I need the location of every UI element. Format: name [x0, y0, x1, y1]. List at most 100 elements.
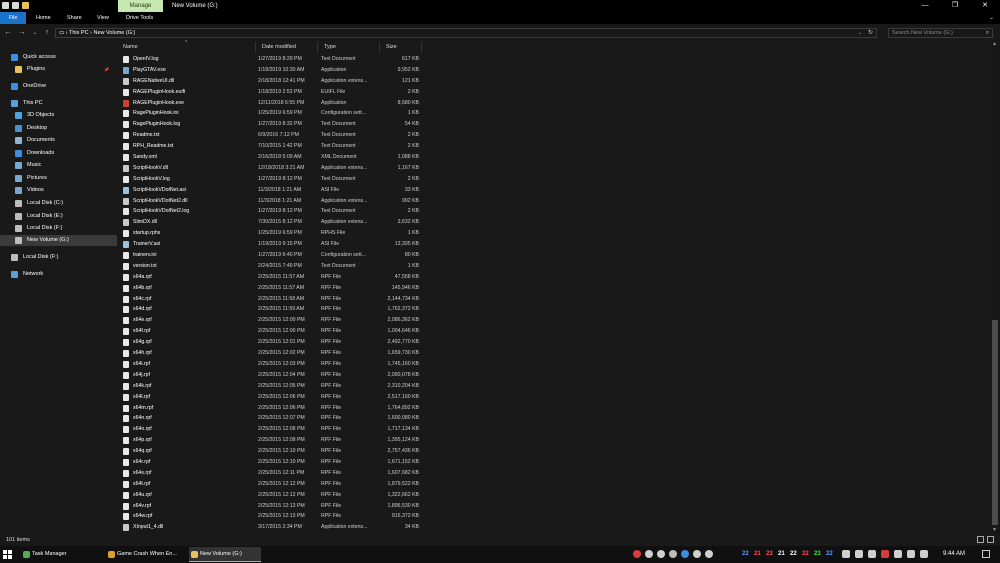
sidebar-item[interactable]: New Volume (G:)	[0, 235, 117, 246]
tab-file[interactable]: File	[0, 12, 26, 24]
file-row[interactable]: x64l.rpf 2/25/2015 12:06 PM RPF File 2,517,…	[117, 392, 990, 403]
tab-share[interactable]: Share	[67, 12, 82, 24]
file-row[interactable]: x64t.rpf 2/25/2015 12:12 PM RPF File 1,879,…	[117, 479, 990, 490]
sidebar-item[interactable]: Music	[0, 160, 117, 171]
sidebar-item[interactable]: Network	[0, 269, 117, 280]
file-row[interactable]: ScriptHookV.dll 12/18/2018 3:21 AM Applica…	[117, 163, 990, 174]
sidebar-item[interactable]: Local Disk (E:)	[0, 211, 117, 222]
tray-icon[interactable]	[868, 550, 876, 558]
file-row[interactable]: RAGEPluginHook.euifi 1/18/2019 2:52 PM EUI…	[117, 87, 990, 98]
file-row[interactable]: x64i.rpf 2/25/2015 12:03 PM RPF File 1,745,…	[117, 359, 990, 370]
clock[interactable]: 9:44 AM	[943, 546, 965, 563]
file-row[interactable]: ScriptHookV.log 1/27/2019 8:12 PM Text Doc…	[117, 174, 990, 185]
tray-icon[interactable]	[907, 550, 915, 558]
file-row[interactable]: x64p.rpf 2/25/2015 12:08 PM RPF File 1,395,…	[117, 435, 990, 446]
tray-icon[interactable]	[645, 550, 653, 558]
scroll-down-icon[interactable]: ▼	[992, 527, 997, 533]
tray-icon[interactable]	[894, 550, 902, 558]
details-view-icon[interactable]	[977, 536, 984, 543]
tray-icon[interactable]	[681, 550, 689, 558]
breadcrumb-this-pc[interactable]: This PC	[69, 30, 89, 36]
tray-icon[interactable]	[669, 550, 677, 558]
address-bar[interactable]: ▭ › This PC › New Volume (G:) ⌄ ↻	[55, 28, 877, 38]
tray-temperature[interactable]: 22	[742, 546, 749, 563]
tray-temperature[interactable]: 21	[754, 546, 761, 563]
expand-ribbon-icon[interactable]: ⌄	[989, 12, 994, 24]
file-row[interactable]: x64v.rpf 2/25/2015 12:13 PM RPF File 1,896,…	[117, 501, 990, 512]
file-row[interactable]: ScriptHookVDotNet.asi 11/3/2018 1:21 AM AS…	[117, 185, 990, 196]
file-row[interactable]: ScriptHookVDotNet2.dll 11/3/2018 1:21 AM A…	[117, 196, 990, 207]
file-row[interactable]: ScriptHookVDotNet2.log 1/27/2019 8:12 PM T…	[117, 206, 990, 217]
file-row[interactable]: x64r.rpf 2/25/2015 12:10 PM RPF File 1,671,…	[117, 457, 990, 468]
column-type[interactable]: Type	[318, 42, 380, 53]
tray-icon[interactable]	[657, 550, 665, 558]
file-row[interactable]: x64q.rpf 2/25/2015 12:10 PM RPF File 2,757,…	[117, 446, 990, 457]
maximize-button[interactable]: ❐	[940, 0, 970, 12]
file-row[interactable]: Sandy.xml 2/16/2018 5:09 AM XML Document 1,…	[117, 152, 990, 163]
sidebar-item[interactable]: Quick access	[0, 52, 117, 63]
file-row[interactable]: x64f.rpf 2/25/2015 12:00 PM RPF File 1,004,…	[117, 326, 990, 337]
tray-icon[interactable]	[633, 550, 641, 558]
manage-contextual-tab[interactable]: Manage	[118, 0, 163, 12]
large-icons-view-icon[interactable]	[987, 536, 994, 543]
sidebar-item[interactable]: Local Disk (C:)	[0, 198, 117, 209]
tray-temperature[interactable]: 23	[766, 546, 773, 563]
tray-icon[interactable]	[693, 550, 701, 558]
file-row[interactable]: RAGEPluginHook.exe 12/11/2018 6:55 PM Appl…	[117, 98, 990, 109]
close-button[interactable]: ✕	[970, 0, 1000, 12]
scroll-up-icon[interactable]: ▲	[992, 41, 997, 47]
search-input[interactable]: Search New Volume (G:) ⌕	[888, 28, 993, 38]
file-row[interactable]: OpenIV.log 1/27/2019 8:29 PM Text Document…	[117, 54, 990, 65]
file-row[interactable]: RagePluginHook.ini 1/25/2019 6:59 PM Confi…	[117, 108, 990, 119]
taskbar-app[interactable]: Game Crash When En...	[106, 547, 188, 562]
sidebar-item[interactable]: Local Disk (F:)	[0, 252, 117, 263]
up-button[interactable]: ↑	[42, 27, 52, 39]
file-row[interactable]: x64k.rpf 2/25/2015 12:05 PM RPF File 2,310,…	[117, 381, 990, 392]
sidebar-item[interactable]: OneDrive	[0, 81, 117, 92]
file-row[interactable]: x64j.rpf 2/25/2015 12:04 PM RPF File 2,090,…	[117, 370, 990, 381]
file-row[interactable]: x64w.rpf 2/25/2015 12:13 PM RPF File 915,37…	[117, 511, 990, 522]
file-row[interactable]: x64b.rpf 2/25/2015 11:57 AM RPF File 145,94…	[117, 283, 990, 294]
properties-icon[interactable]	[12, 2, 19, 9]
file-row[interactable]: TrainerV.asi 1/19/2019 9:15 PM ASI File 13,…	[117, 239, 990, 250]
file-row[interactable]: x64n.rpf 2/25/2015 12:07 PM RPF File 1,600,…	[117, 413, 990, 424]
tray-temperature[interactable]: 22	[802, 546, 809, 563]
address-dropdown-icon[interactable]: ⌄	[858, 29, 862, 37]
tray-temperature[interactable]: 22	[826, 546, 833, 563]
sidebar-item[interactable]: Local Disk (F:)	[0, 223, 117, 234]
file-row[interactable]: x64d.rpf 2/25/2015 11:59 AM RPF File 1,762,…	[117, 304, 990, 315]
file-row[interactable]: RagePluginHook.log 1/27/2019 8:32 PM Text …	[117, 119, 990, 130]
tab-drive-tools[interactable]: Drive Tools	[126, 12, 153, 24]
scrollbar-thumb[interactable]	[992, 320, 998, 525]
file-row[interactable]: x64u.rpf 2/25/2015 12:12 PM RPF File 1,322,…	[117, 490, 990, 501]
file-row[interactable]: RAGENativeUI.dll 2/18/2018 12:41 PM Applic…	[117, 76, 990, 87]
taskbar-app[interactable]: Task Manager	[21, 547, 105, 562]
column-date-modified[interactable]: Date modified	[256, 42, 318, 53]
app-icon[interactable]	[2, 2, 9, 9]
tray-icon[interactable]	[842, 550, 850, 558]
sidebar-item[interactable]: Documents	[0, 135, 117, 146]
tab-view[interactable]: View	[97, 12, 109, 24]
tray-icon[interactable]	[855, 550, 863, 558]
file-row[interactable]: x64h.rpf 2/25/2015 12:02 PM RPF File 1,659,…	[117, 348, 990, 359]
file-row[interactable]: startup.rphs 1/25/2019 6:59 PM RPHS File 1 …	[117, 228, 990, 239]
recent-locations-button[interactable]: ⌄	[30, 27, 40, 39]
tray-temperature[interactable]: 23	[814, 546, 821, 563]
tray-temperature[interactable]: 22	[790, 546, 797, 563]
file-row[interactable]: XInput1_4.dll 3/17/2015 2:34 PM Applicatio…	[117, 522, 990, 533]
sidebar-item[interactable]: Plugins 📌	[0, 64, 117, 75]
sidebar-item[interactable]: Pictures	[0, 173, 117, 184]
sidebar-item[interactable]: 3D Objects	[0, 110, 117, 121]
file-row[interactable]: x64o.rpf 2/25/2015 12:08 PM RPF File 1,717,…	[117, 424, 990, 435]
vertical-scrollbar[interactable]: ▲ ▼	[990, 40, 1000, 534]
minimize-button[interactable]: —	[910, 0, 940, 12]
sidebar-item[interactable]: Downloads	[0, 148, 117, 159]
sidebar-item[interactable]: Videos	[0, 185, 117, 196]
file-row[interactable]: version.txt 2/24/2015 7:49 PM Text Documen…	[117, 261, 990, 272]
file-row[interactable]: x64m.rpf 2/25/2015 12:06 PM RPF File 1,764,…	[117, 403, 990, 414]
tab-home[interactable]: Home	[36, 12, 51, 24]
back-button[interactable]: ←	[3, 27, 13, 39]
file-row[interactable]: RPH_Readme.txt 7/10/2015 1:42 PM Text Docu…	[117, 141, 990, 152]
new-folder-icon[interactable]	[22, 2, 29, 9]
sidebar-item[interactable]: This PC	[0, 98, 117, 109]
